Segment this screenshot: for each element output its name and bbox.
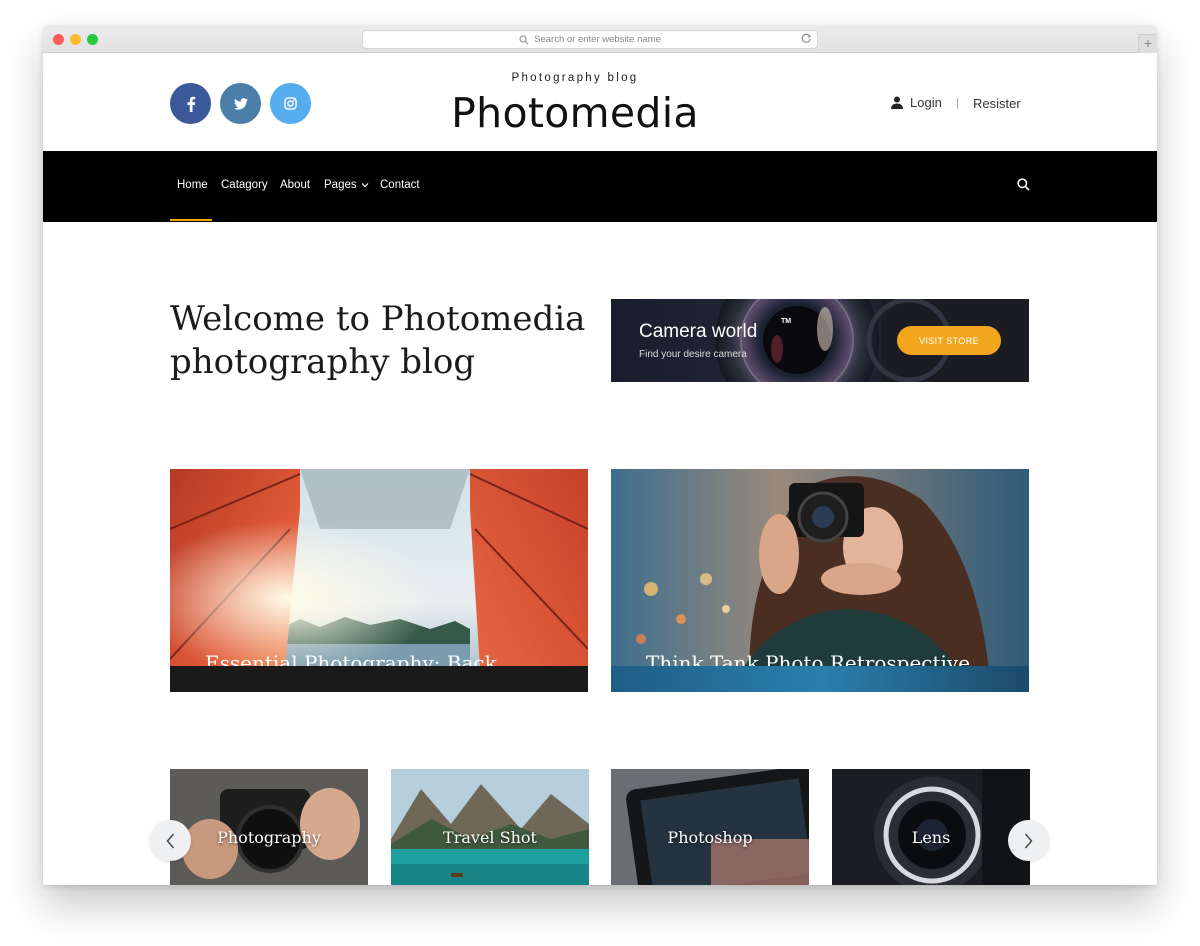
header-separator: | [956, 97, 959, 109]
site-logo[interactable]: Photomedia [43, 89, 1107, 137]
browser-toolbar: Search or enter website name + [43, 25, 1157, 53]
banner-title: Camera world [639, 321, 758, 342]
banner-subtitle: Find your desire camera [639, 349, 747, 360]
address-bar-placeholder: Search or enter website name [534, 34, 661, 45]
site-tagline: Photography blog [511, 72, 639, 84]
login-label: Login [910, 95, 942, 110]
page-title: Welcome to Photomedia photography blog [170, 298, 585, 384]
banner-trademark: TM [781, 318, 792, 325]
zoom-window-button[interactable] [87, 34, 98, 45]
category-card-photoshop[interactable]: Photoshop [611, 769, 809, 885]
address-bar[interactable]: Search or enter website name [362, 30, 818, 49]
category-label: Photoshop [667, 828, 753, 847]
carousel-prev-button[interactable] [150, 820, 191, 861]
category-card-photography[interactable]: Photography [170, 769, 368, 885]
search-icon [519, 34, 529, 44]
reload-icon[interactable] [801, 33, 812, 44]
tablet-editor-image [611, 769, 809, 885]
page-title-line1: Welcome to Photomedia [170, 299, 586, 339]
mountain-lake-image [391, 769, 589, 885]
page-title-line2: photography blog [170, 342, 476, 382]
camera-ad-banner[interactable]: Camera world TM Find your desire camera … [611, 299, 1029, 382]
carousel-next-button[interactable] [1008, 820, 1049, 861]
nav-item-about[interactable]: About [280, 179, 310, 191]
category-label: Lens [911, 828, 951, 847]
featured-post-card[interactable]: Essential Photography: Back [170, 469, 588, 692]
register-link[interactable]: Resister [973, 96, 1021, 111]
category-label: Travel Shot [443, 828, 537, 847]
nav-item-catagory[interactable]: Catagory [221, 179, 268, 191]
close-window-button[interactable] [53, 34, 64, 45]
caption-overlay [611, 666, 1029, 692]
login-link[interactable]: Login [891, 95, 942, 110]
new-tab-button[interactable]: + [1138, 34, 1157, 53]
category-label: Photography [217, 828, 321, 847]
page-backdrop: Search or enter website name + Photograp… [0, 0, 1200, 946]
nav-item-home[interactable]: Home [177, 179, 208, 191]
chevron-down-icon [361, 183, 369, 188]
featured-post-card[interactable]: Think Tank Photo Retrospective [611, 469, 1029, 692]
chevron-right-icon [1024, 833, 1033, 848]
site-header: Photography blog Photomedia Login | Resi… [43, 53, 1157, 151]
nav-item-pages[interactable]: Pages [324, 179, 369, 191]
main-navigation: Home Catagory About Pages Contact [43, 151, 1157, 222]
nav-item-contact[interactable]: Contact [380, 179, 420, 191]
browser-window: Search or enter website name + Photograp… [43, 25, 1157, 885]
nav-item-pages-label: Pages [324, 179, 357, 191]
active-nav-indicator [170, 219, 212, 221]
caption-overlay [170, 666, 588, 692]
camera-hands-image [170, 769, 368, 885]
chevron-left-icon [166, 833, 175, 848]
user-icon [891, 96, 903, 109]
search-icon[interactable] [1017, 178, 1030, 191]
camera-lens-image [832, 769, 1030, 885]
category-card-travel-shot[interactable]: Travel Shot [391, 769, 589, 885]
minimize-window-button[interactable] [70, 34, 81, 45]
visit-store-button[interactable]: VISIT STORE [897, 326, 1001, 355]
category-card-lens[interactable]: Lens [832, 769, 1030, 885]
